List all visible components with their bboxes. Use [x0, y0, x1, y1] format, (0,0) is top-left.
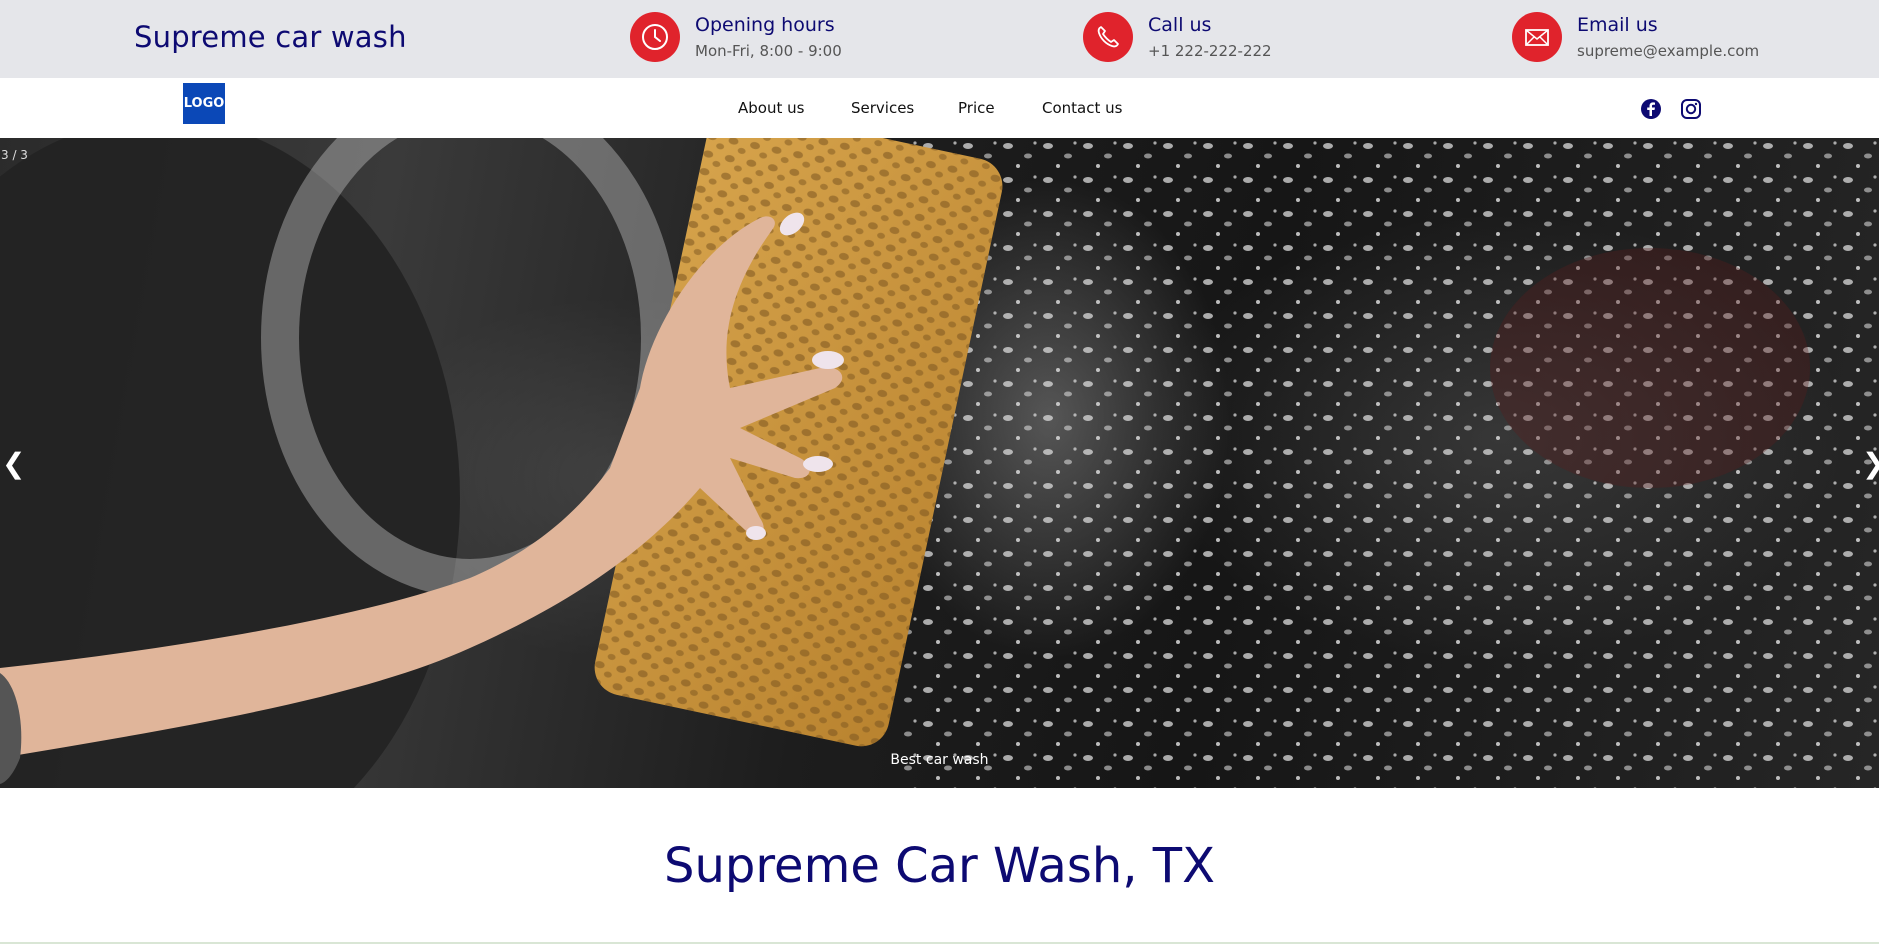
nav-link-services[interactable]: Services	[851, 99, 914, 117]
envelope-icon	[1512, 12, 1562, 62]
nav-link-price[interactable]: Price	[958, 99, 995, 117]
email-us-address[interactable]: supreme@example.com	[1577, 42, 1759, 60]
top-info-bar: Supreme car wash Opening hours Mon-Fri, …	[0, 0, 1879, 78]
carousel-prev-button[interactable]: ❮	[2, 450, 25, 478]
instagram-icon[interactable]	[1680, 98, 1702, 120]
nav-link-contact-us[interactable]: Contact us	[1042, 99, 1122, 117]
page-headline: Supreme Car Wash, TX	[664, 838, 1215, 894]
slide-caption: Best car wash	[890, 752, 989, 768]
email-us-title: Email us	[1577, 14, 1658, 36]
phone-icon	[1083, 12, 1133, 62]
call-us-phone[interactable]: +1 222-222-222	[1148, 42, 1272, 60]
section-divider	[0, 942, 1879, 944]
call-us-title: Call us	[1148, 14, 1212, 36]
brand-name[interactable]: Supreme car wash	[134, 20, 407, 54]
clock-icon	[630, 12, 680, 62]
opening-hours-value: Mon-Fri, 8:00 - 9:00	[695, 42, 842, 60]
logo[interactable]: LOGO	[183, 83, 225, 124]
car-wash-photo	[0, 138, 1879, 788]
facebook-icon[interactable]	[1640, 98, 1662, 120]
carousel-next-button[interactable]: ❯	[1862, 450, 1879, 478]
hero-carousel: 3 / 3 ❮ ❯ Best car wash	[0, 138, 1879, 788]
main-navbar: LOGO About us Services Price Contact us	[0, 78, 1879, 138]
nav-link-about-us[interactable]: About us	[738, 99, 804, 117]
opening-hours-title: Opening hours	[695, 14, 835, 36]
slide-counter: 3 / 3	[1, 148, 28, 162]
